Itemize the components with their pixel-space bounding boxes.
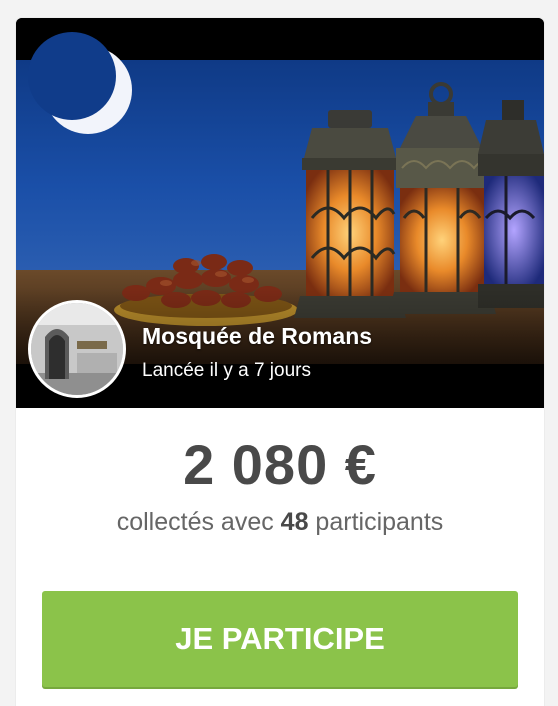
participants-summary: collectés avec 48 participants	[16, 508, 544, 537]
participants-count: 48	[280, 508, 309, 536]
campaign-card[interactable]: Mosquée de Romans Lancée il y a 7 jours …	[16, 18, 544, 706]
amount-collected: 2 080 €	[183, 433, 377, 496]
campaign-title[interactable]: Mosquée de Romans	[142, 323, 372, 350]
participate-button[interactable]: JE PARTICIPE	[42, 591, 518, 687]
campaign-hero-image: Mosquée de Romans Lancée il y a 7 jours	[16, 18, 544, 408]
campaign-launch-date: Lancée il y a 7 jours	[142, 360, 311, 381]
collected-suffix: participants	[308, 508, 444, 536]
mosque-avatar	[28, 300, 126, 398]
mosque-avatar-image	[31, 303, 123, 395]
collected-prefix: collectés avec	[116, 508, 281, 536]
